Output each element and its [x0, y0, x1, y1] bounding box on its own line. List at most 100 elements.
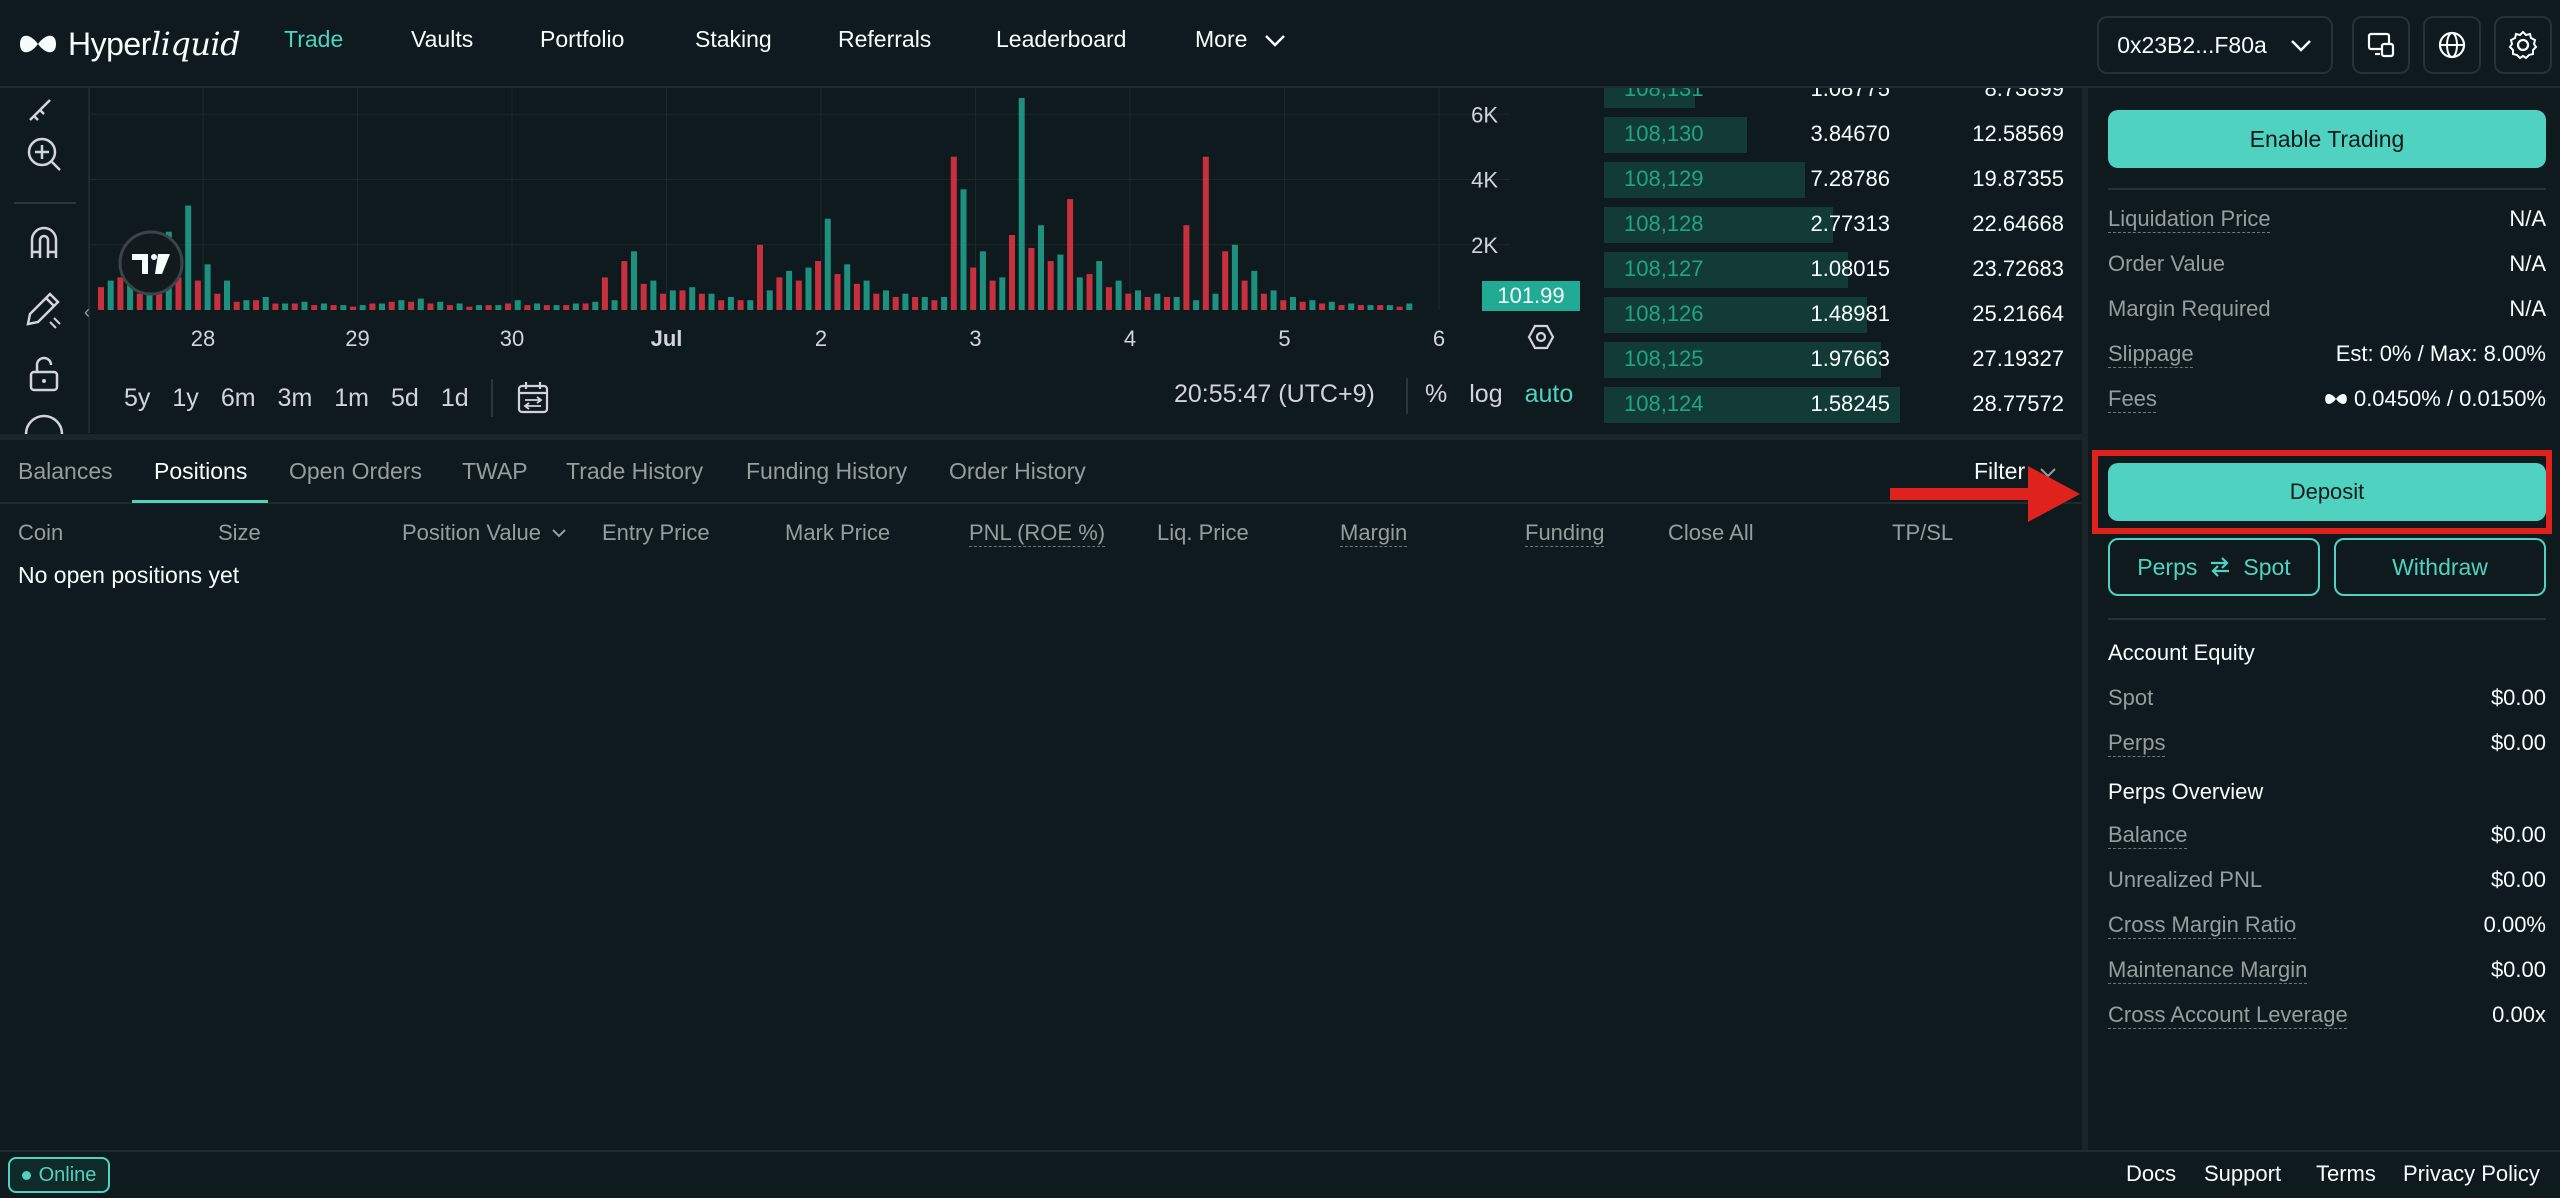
calendar-range-icon[interactable] [515, 380, 551, 416]
liquidation-price-value: N/A [2509, 206, 2546, 231]
unlock-icon[interactable] [20, 350, 68, 398]
orderbook-row[interactable]: 108,131 1.08775 8.73899 [1604, 88, 2082, 108]
x-tick-label: 6 [1433, 326, 1445, 351]
slippage-value[interactable]: Est: 0% / Max: 8.00% [2336, 341, 2546, 367]
volume-bar [98, 287, 104, 310]
magnet-icon[interactable] [20, 220, 68, 268]
perps-spot-transfer-button[interactable]: Perps Spot [2108, 538, 2320, 596]
orderbook-price: 108,127 [1624, 256, 1704, 281]
volume-bar [1009, 235, 1015, 310]
footer-link-terms[interactable]: Terms [2316, 1161, 2376, 1187]
orderbook-row[interactable]: 108,126 1.48981 25.21664 [1604, 293, 2082, 333]
tab-open-orders[interactable]: Open Orders [289, 458, 422, 485]
nav-trade[interactable]: Trade [284, 26, 343, 53]
volume-bar [456, 303, 463, 310]
volume-bar [931, 300, 938, 310]
volume-bar [514, 300, 521, 310]
scale-log[interactable]: log [1469, 380, 1502, 409]
footer-link-docs[interactable]: Docs [2126, 1161, 2176, 1187]
tab-trade-history[interactable]: Trade History [566, 458, 703, 485]
logo[interactable]: Hyperliquid [18, 22, 241, 66]
range-5d[interactable]: 5d [391, 384, 419, 413]
status-dot-icon [21, 1170, 31, 1180]
volume-bar [194, 280, 201, 310]
volume-bar [883, 290, 889, 310]
tab-positions[interactable]: Positions [154, 458, 247, 485]
volume-bar [1212, 293, 1219, 310]
range-1y[interactable]: 1y [172, 384, 198, 413]
zoom-in-icon[interactable] [20, 132, 68, 180]
volume-bar [107, 280, 114, 310]
tab-funding-history[interactable]: Funding History [746, 458, 907, 485]
scale-auto[interactable]: auto [1525, 380, 1574, 409]
volume-bar [233, 301, 240, 310]
orderbook-row[interactable]: 108,125 1.97663 27.19327 [1604, 338, 2082, 378]
nav-portfolio[interactable]: Portfolio [540, 26, 624, 53]
balance-value: $0.00 [2490, 822, 2546, 847]
col-close-all[interactable]: Close All [1668, 520, 1754, 546]
volume-bar [912, 297, 919, 310]
x-tick-label: 4 [1124, 326, 1136, 351]
volume-bar [1038, 225, 1044, 310]
orderbook-row[interactable]: 108,130 3.84670 12.58569 [1604, 113, 2082, 153]
tab-twap[interactable]: TWAP [462, 458, 528, 485]
enable-trading-button[interactable]: Enable Trading [2108, 110, 2546, 168]
eye-icon[interactable] [20, 412, 68, 434]
volume-bar [582, 303, 589, 310]
chart-scroll-left-icon[interactable]: ‹ [84, 302, 90, 323]
range-3m[interactable]: 3m [278, 384, 313, 413]
last-price-tag: 101.99 [1482, 281, 1580, 311]
range-1d[interactable]: 1d [441, 384, 469, 413]
nav-staking[interactable]: Staking [695, 26, 772, 53]
orderbook-row[interactable]: 108,124 1.58245 28.77572 [1604, 383, 2082, 423]
volume-bar [698, 293, 705, 310]
chart-clock[interactable]: 20:55:47 (UTC+9) [1174, 380, 1375, 409]
range-1m[interactable]: 1m [334, 384, 369, 413]
nav-vaults[interactable]: Vaults [411, 26, 473, 53]
fees-value: 0.0450% / 0.0150% [2353, 386, 2546, 411]
volume-bar [1270, 290, 1277, 310]
ruler-icon[interactable] [20, 88, 68, 136]
language-button[interactable] [2423, 16, 2481, 74]
withdraw-button[interactable]: Withdraw [2334, 538, 2546, 596]
volume-bar [1154, 293, 1161, 310]
range-6m[interactable]: 6m [221, 384, 256, 413]
overview-balance: Balance $0.00 [2108, 818, 2546, 852]
wallet-button[interactable]: 0x23B2...F80a [2097, 16, 2333, 74]
footer-link-privacy-policy[interactable]: Privacy Policy [2403, 1161, 2540, 1187]
nav-referrals[interactable]: Referrals [838, 26, 931, 53]
nav-more[interactable]: More [1195, 26, 1287, 53]
volume-chart[interactable]: 2K 4K 6K 28 29 30 Jul 2 3 4 5 6 [90, 88, 1600, 370]
chart-scale-options: % log auto [1425, 380, 1573, 409]
volume-bar [243, 300, 250, 310]
orderbook-price: 108,130 [1624, 121, 1704, 146]
orderbook-row[interactable]: 108,127 1.08015 23.72683 [1604, 248, 2082, 288]
chart-y-axis: 2K 4K 6K [1471, 102, 1498, 257]
volume-bar [1280, 300, 1287, 310]
tradingview-logo[interactable] [116, 228, 186, 298]
chart-settings-icon[interactable] [1526, 322, 1556, 352]
volume-bar [1183, 225, 1190, 310]
footer-link-support[interactable]: Support [2204, 1161, 2281, 1187]
deposit-button[interactable]: Deposit [2108, 463, 2546, 521]
volume-bar [1222, 251, 1229, 310]
pencil-icon[interactable] [20, 284, 68, 332]
display-settings-button[interactable] [2352, 16, 2410, 74]
orderbook-row[interactable]: 108,129 7.28786 19.87355 [1604, 158, 2082, 198]
volume-bar [592, 301, 599, 310]
orderbook-size: 1.48981 [1810, 301, 1890, 326]
tab-order-history[interactable]: Order History [949, 458, 1086, 485]
orderbook-row[interactable]: 108,128 2.77313 22.64668 [1604, 203, 2082, 243]
tab-balances[interactable]: Balances [18, 458, 113, 485]
orderbook-total: 28.77572 [1972, 391, 2064, 416]
settings-button[interactable] [2494, 16, 2552, 74]
volume-bar [960, 189, 967, 310]
range-5y[interactable]: 5y [124, 384, 150, 413]
scale-percent[interactable]: % [1425, 380, 1447, 409]
panel-splitter-vertical[interactable] [2082, 88, 2088, 1150]
volume-bar [379, 303, 385, 310]
nav-leaderboard[interactable]: Leaderboard [996, 26, 1126, 53]
chart-x-axis: 28 29 30 Jul 2 3 4 5 6 [191, 326, 1445, 351]
orderbook-total: 12.58569 [1972, 121, 2064, 146]
col-position-value[interactable]: Position Value [402, 520, 567, 546]
